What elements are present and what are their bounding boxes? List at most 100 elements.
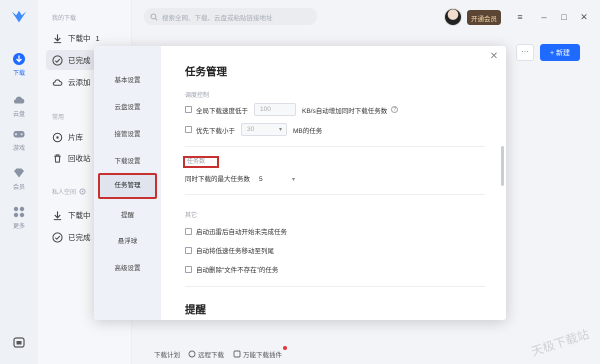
settings-nav-task-management[interactable]: 任务管理	[98, 173, 157, 199]
minimize-icon[interactable]: –	[538, 11, 550, 23]
sidebar-item-label: 已完成	[68, 55, 91, 65]
sidebar-group-title: 私人空间	[52, 190, 77, 196]
settings-dialog: 基本设置 云盘设置 接管设置 下载设置 任务管理 提醒 悬浮球 高级设置 ✕ 任…	[94, 46, 506, 320]
settings-nav-floating-ball[interactable]: 悬浮球	[94, 235, 161, 245]
sidebar-group-title: 常用	[52, 115, 65, 121]
new-task-button[interactable]: + 新建	[540, 44, 580, 61]
gamepad-icon	[13, 131, 25, 138]
divider	[185, 146, 485, 147]
rail-item-game[interactable]: 游戏	[0, 127, 38, 152]
speed-value-input[interactable]: 100	[254, 103, 296, 116]
settings-nav-download[interactable]: 下载设置	[94, 155, 161, 165]
menu-icon[interactable]: ≡	[514, 11, 526, 23]
chevron-down-icon: ▾	[291, 176, 295, 183]
rail-item-more[interactable]: 更多	[0, 205, 38, 230]
priority-row: 优先下载小于 30 ▾ MB的任务	[185, 123, 322, 136]
move-slow-tasks-checkbox[interactable]	[185, 246, 192, 254]
close-window-icon[interactable]: ✕	[578, 11, 590, 23]
download-arrow-icon	[53, 33, 62, 43]
option-row: 启动迅雷后自动开始未完成任务	[185, 226, 287, 236]
sidebar-group-private: 私人空间	[52, 187, 86, 196]
settings-nav-reminder[interactable]: 提醒	[94, 209, 161, 219]
page-title: 任务管理	[185, 66, 227, 78]
help-icon[interactable]: ?	[391, 106, 399, 113]
priority-size-select[interactable]: 30 ▾	[241, 123, 287, 136]
cloud-icon	[13, 96, 25, 104]
maximize-icon[interactable]: □	[558, 11, 570, 23]
diamond-icon	[14, 168, 24, 178]
left-rail: 下载 云盘 游戏 会员 更多	[0, 0, 38, 364]
scrollbar[interactable]	[501, 146, 504, 186]
option-row: 自动将低速任务移动至列尾	[185, 245, 274, 255]
check-circle-icon	[52, 54, 63, 66]
sidebar-item-label: 云添加	[68, 77, 91, 87]
settings-icon[interactable]	[79, 188, 86, 195]
trash-icon	[54, 153, 61, 163]
rail-item-label: 游戏	[12, 146, 25, 152]
sidebar-item-label: 片库	[68, 132, 83, 142]
speed-threshold-row: 全局下载速度低于 100 KB/s自动增加同时下载任务数 ?	[185, 103, 399, 116]
sidebar-item-label: 下载中	[68, 33, 91, 43]
download-arrow-icon	[53, 210, 62, 220]
feedback-icon[interactable]	[12, 336, 26, 350]
section-label-task-count: 任务数	[183, 156, 219, 168]
rail-item-label: 云盘	[12, 112, 25, 118]
delete-missing-checkbox[interactable]	[185, 265, 192, 273]
film-icon	[52, 132, 63, 142]
settings-nav: 基本设置 云盘设置 接管设置 下载设置 任务管理 提醒 悬浮球 高级设置	[94, 46, 161, 320]
search-input[interactable]: 搜索全网、下载、云盘或粘贴链接地址	[144, 8, 317, 25]
footer-label: 下载计划	[154, 352, 180, 359]
rail-item-vip[interactable]: 会员	[0, 166, 38, 191]
speed-row-suffix: KB/s自动增加同时下载任务数	[302, 107, 388, 115]
priority-row-prefix: 优先下载小于	[196, 127, 235, 135]
remote-icon	[188, 350, 196, 358]
check-circle-icon	[52, 231, 63, 243]
rail-item-cloud[interactable]: 云盘	[0, 93, 38, 118]
option-label: 启动迅雷后自动开始未完成任务	[196, 229, 287, 236]
task-count-value: 5	[259, 175, 263, 183]
rail-item-label: 下载	[12, 71, 25, 77]
task-count-select[interactable]: 5 ▾	[255, 173, 299, 185]
sidebar-item-downloading[interactable]: 下载中 1	[46, 28, 126, 48]
avatar[interactable]	[444, 8, 462, 26]
settings-nav-takeover[interactable]: 接管设置	[94, 128, 161, 138]
remote-download-link[interactable]: 远程下载	[188, 349, 224, 359]
sidebar-item-label: 回收站	[68, 153, 91, 163]
sidebar-item-label: 下载中	[68, 210, 91, 220]
watermark: 天极下载站	[529, 327, 591, 359]
settings-pane: 任务管理 调度控制 全局下载速度低于 100 KB/s自动增加同时下载任务数 ?…	[161, 46, 506, 320]
rail-item-download[interactable]: 下载	[0, 52, 38, 77]
section-title-reminder: 提醒	[185, 304, 206, 316]
section-label-other: 其它	[185, 213, 198, 219]
speed-threshold-checkbox[interactable]	[185, 106, 192, 113]
count-badge: 1	[95, 33, 100, 43]
option-label: 自动将低速任务移动至列尾	[196, 248, 274, 255]
app-logo-icon	[11, 10, 27, 23]
task-count-row: 同时下载的最大任务数	[185, 173, 250, 183]
notification-dot	[283, 346, 287, 350]
more-button[interactable]: ···	[516, 44, 534, 61]
auto-resume-checkbox[interactable]	[185, 227, 192, 235]
vip-button[interactable]: 开通会员	[467, 10, 501, 25]
settings-nav-advanced[interactable]: 高级设置	[94, 262, 161, 272]
priority-size-value: 30	[247, 126, 255, 133]
divider	[185, 194, 485, 195]
download-plugin-link[interactable]: 万能下载插件	[233, 349, 282, 359]
settings-nav-basic[interactable]: 基本设置	[94, 74, 161, 84]
download-plan-link[interactable]: 下载计划	[154, 349, 180, 359]
option-label: 自动删除“文件不存在”的任务	[196, 267, 279, 274]
section-label-schedule: 调度控制	[185, 93, 210, 99]
footer-label: 远程下载	[198, 352, 224, 359]
settings-nav-cloud[interactable]: 云盘设置	[94, 101, 161, 111]
search-icon	[150, 13, 158, 21]
sidebar-group-title: 我的下载	[52, 16, 77, 22]
grid-icon	[13, 206, 25, 218]
rail-item-label: 更多	[12, 224, 25, 230]
download-icon	[13, 53, 25, 65]
priority-checkbox[interactable]	[185, 126, 192, 133]
sidebar-item-label: 已完成	[68, 232, 91, 242]
task-count-label: 同时下载的最大任务数	[185, 176, 250, 183]
cloud-add-icon	[52, 78, 63, 86]
footer-label: 万能下载插件	[243, 352, 282, 359]
speed-row-prefix: 全局下载速度低于	[196, 107, 248, 115]
